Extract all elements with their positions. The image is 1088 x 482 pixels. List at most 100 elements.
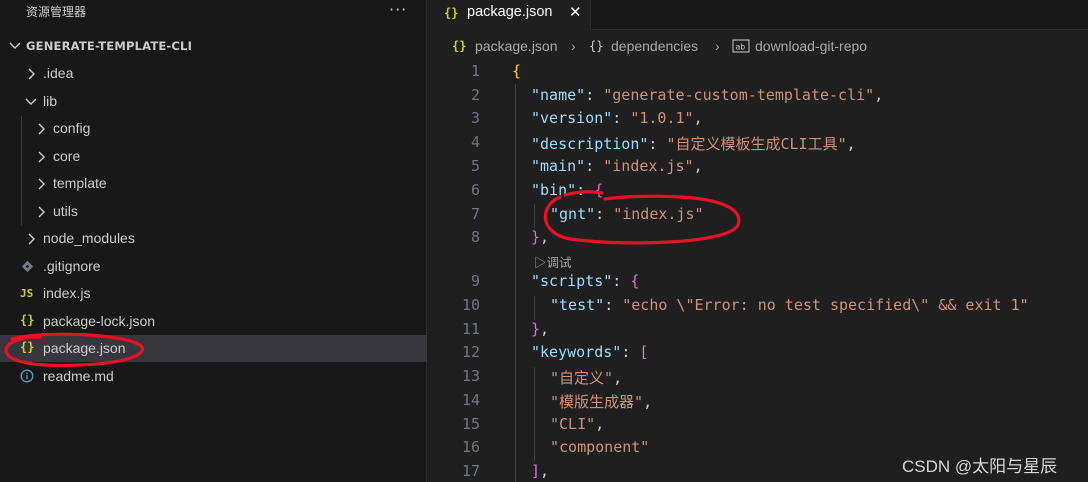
json-key: "name" — [531, 86, 586, 104]
json-key: "scripts" — [531, 272, 613, 290]
json-string: "index.js" — [603, 157, 694, 175]
code-line-13: "自定义", — [550, 369, 623, 387]
more-actions-button[interactable]: ··· — [389, 0, 407, 19]
line-number: 11 — [461, 320, 480, 338]
git-icon — [21, 260, 34, 273]
json-string: "模版生成器" — [550, 393, 644, 411]
line-number: 8 — [470, 228, 480, 246]
chevron-right-icon — [28, 68, 35, 80]
line-number: 6 — [470, 181, 480, 199]
debug-codelens[interactable]: ▷调试 — [534, 252, 572, 271]
bracket-open: [ — [639, 343, 649, 361]
code-line-1: { — [512, 62, 521, 80]
tree-item-config[interactable]: config — [0, 115, 427, 142]
line-number: 16 — [461, 438, 480, 456]
tree-item-label: utils — [53, 203, 78, 219]
json-key: "keywords" — [531, 343, 622, 361]
tree-item-core[interactable]: core — [0, 143, 427, 170]
tree-item-label: readme.md — [43, 368, 114, 384]
code-line-9: "scripts": { — [531, 272, 640, 290]
watermark: CSDN @太阳与星辰 — [902, 457, 1058, 476]
json-string: "自定义模板生成CLI工具" — [666, 135, 847, 153]
line-number: 4 — [470, 133, 480, 151]
line-number: 17 — [461, 462, 480, 480]
tree-item-label: .idea — [43, 65, 74, 81]
line-number: 15 — [461, 415, 480, 433]
code-line-5: "main": "index.js", — [531, 157, 703, 175]
code-editor[interactable]: 1 2 3 4 5 6 7 8 9 10 11 12 13 14 15 16 1… — [428, 0, 1088, 482]
tree-item-lib[interactable]: lib — [0, 88, 427, 115]
indent-guide — [534, 367, 535, 461]
tree-item-label: lib — [43, 93, 58, 109]
tree-item-label: core — [53, 148, 81, 164]
line-number: 9 — [470, 272, 480, 290]
tree-item-label: node_modules — [43, 230, 135, 246]
line-number: 7 — [470, 205, 480, 223]
tree-item-package-json[interactable]: {} package.json — [0, 335, 427, 362]
line-number: 14 — [461, 391, 480, 409]
json-string: "1.0.1" — [630, 109, 694, 127]
code-line-2: "name": "generate-custom-template-cli", — [531, 86, 884, 104]
tree-item-index-js[interactable]: JS index.js — [0, 280, 427, 307]
code-line-6: "bin": { — [531, 181, 604, 199]
chevron-right-icon — [38, 123, 45, 135]
line-number: 12 — [461, 343, 480, 361]
line-number: 13 — [461, 367, 480, 385]
line-number: 10 — [461, 296, 480, 314]
json-string: "generate-custom-template-cli" — [603, 86, 875, 104]
line-number: 2 — [470, 86, 480, 104]
tree-item-utils[interactable]: utils — [0, 198, 427, 225]
tree-item-label: package-lock.json — [43, 313, 156, 329]
brace-open: { — [512, 62, 522, 80]
project-folder-header[interactable]: GENERATE-TEMPLATE-CLI — [0, 36, 427, 58]
json-string: "CLI" — [550, 415, 596, 433]
code-line-3: "version": "1.0.1", — [531, 109, 703, 127]
brace-open: { — [630, 272, 640, 290]
chevron-down-icon — [9, 42, 21, 49]
chevron-right-icon — [38, 151, 45, 163]
tree-item-node-modules[interactable]: node_modules — [0, 225, 427, 252]
tree-item-label: package.json — [43, 340, 126, 356]
chevron-down-icon — [25, 98, 37, 105]
json-string: "echo \"Error: no test specified\" && ex… — [622, 296, 1029, 314]
code-line-10: "test": "echo \"Error: no test specified… — [550, 296, 1029, 314]
json-string: "index.js" — [613, 205, 704, 223]
json-key: "gnt" — [550, 205, 596, 223]
code-line-12: "keywords": [ — [531, 343, 649, 361]
chevron-right-icon — [38, 178, 45, 190]
json-string: "自定义" — [550, 369, 614, 387]
code-line-4: "description": "自定义模板生成CLI工具", — [531, 135, 856, 153]
code-line-8: }, — [531, 228, 550, 246]
explorer-header: 资源管理器 ··· — [0, 0, 427, 26]
json-file-icon: {} — [20, 313, 35, 327]
indent-guide — [534, 204, 535, 228]
json-key: "version" — [531, 109, 613, 127]
json-key: "bin" — [531, 181, 577, 199]
json-file-icon: {} — [20, 340, 35, 354]
tree-item-idea[interactable]: .idea — [0, 60, 427, 87]
indent-guide — [534, 296, 535, 320]
info-icon — [20, 369, 34, 383]
code-line-14: "模版生成器", — [550, 393, 653, 411]
line-number: 3 — [470, 109, 480, 127]
code-line-17: ], — [531, 462, 550, 480]
tree-item-package-lock-json[interactable]: {} package-lock.json — [0, 308, 427, 335]
tree-item-gitignore[interactable]: .gitignore — [0, 253, 427, 280]
tree-item-label: config — [53, 120, 91, 136]
chevron-right-icon — [38, 206, 45, 218]
json-key: "test" — [550, 296, 605, 314]
explorer-title: 资源管理器 — [26, 5, 87, 19]
code-line-11: }, — [531, 320, 550, 338]
tree-item-label: .gitignore — [43, 258, 101, 274]
brace-close: } — [531, 228, 541, 246]
brace-open: { — [594, 181, 604, 199]
tree-item-label: template — [53, 175, 107, 191]
tree-item-readme-md[interactable]: readme.md — [0, 363, 427, 390]
code-line-7: "gnt": "index.js" — [550, 205, 704, 223]
editor-area: {} package.json ✕ {} package.json › {} d… — [428, 0, 1088, 482]
project-name: GENERATE-TEMPLATE-CLI — [26, 39, 193, 53]
tree-item-template[interactable]: template — [0, 170, 427, 197]
json-key: "description" — [531, 135, 649, 153]
bracket-close: ] — [531, 462, 541, 480]
code-line-16: "component" — [550, 438, 649, 456]
